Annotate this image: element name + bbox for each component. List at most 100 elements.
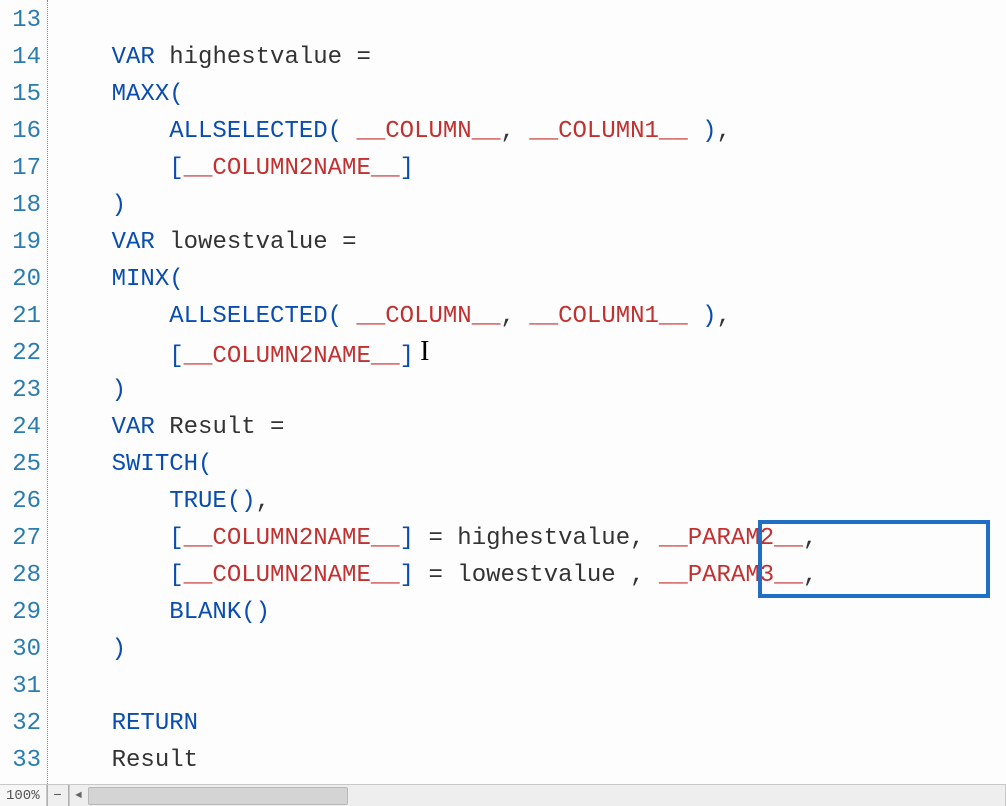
bracket: [ (169, 525, 183, 552)
code-line: MAXX( (54, 76, 1006, 113)
code-line (54, 668, 1006, 705)
function-name: ALLSELECTED (169, 118, 327, 145)
line-number: 18 (0, 187, 41, 224)
line-number: 19 (0, 224, 41, 261)
line-number: 27 (0, 520, 41, 557)
line-number: 20 (0, 261, 41, 298)
code-line: ALLSELECTED( __COLUMN__, __COLUMN1__ ), (54, 298, 1006, 335)
paren: ( (328, 118, 342, 145)
placeholder-param: __COLUMN1__ (529, 118, 687, 145)
keyword-var: VAR (112, 414, 155, 441)
code-line: SWITCH( (54, 446, 1006, 483)
line-number: 33 (0, 742, 41, 779)
scroll-left-arrow[interactable]: ◄ (70, 785, 88, 806)
placeholder-param: __COLUMN2NAME__ (184, 343, 400, 370)
code-line: BLANK() (54, 594, 1006, 631)
line-number: 22 (0, 335, 41, 372)
placeholder-param: __PARAM3__ (659, 562, 803, 589)
code-line: [__COLUMN2NAME__] = lowestvalue , __PARA… (54, 557, 1006, 594)
bracket: ] (400, 155, 414, 182)
line-number: 21 (0, 298, 41, 335)
code-text (54, 266, 112, 293)
code-text: , (717, 303, 731, 330)
line-number: 16 (0, 113, 41, 150)
bracket: [ (169, 562, 183, 589)
code-text (54, 81, 112, 108)
placeholder-param: __COLUMN1__ (529, 303, 687, 330)
code-text (54, 229, 112, 256)
code-line: MINX( (54, 261, 1006, 298)
code-line: VAR highestvalue = (54, 39, 1006, 76)
code-line (54, 2, 1006, 39)
line-number-gutter: 1314151617181920212223242526272829303132… (0, 0, 48, 806)
line-number: 26 (0, 483, 41, 520)
bracket: ] (400, 562, 414, 589)
code-text: , (501, 303, 530, 330)
code-text (54, 599, 169, 626)
code-line: [__COLUMN2NAME__] (54, 150, 1006, 187)
zoom-out-button[interactable]: − (47, 785, 69, 806)
code-text: = (256, 414, 285, 441)
code-text (54, 343, 169, 370)
paren: ( (328, 303, 342, 330)
code-text (54, 710, 112, 737)
paren: ) (112, 636, 126, 663)
code-line: RETURN (54, 705, 1006, 742)
paren: ) (702, 303, 716, 330)
paren: ( (169, 81, 183, 108)
identifier: lowestvalue (169, 229, 327, 256)
code-text (54, 636, 112, 663)
zoom-level[interactable]: 100% (0, 785, 47, 806)
keyword-var: VAR (112, 44, 155, 71)
placeholder-param: __COLUMN2NAME__ (184, 562, 400, 589)
paren: ) (702, 118, 716, 145)
placeholder-param: __COLUMN__ (356, 118, 500, 145)
code-text (54, 192, 112, 219)
code-line: ALLSELECTED( __COLUMN__, __COLUMN1__ ), (54, 113, 1006, 150)
paren: () (227, 488, 256, 515)
paren: ) (112, 377, 126, 404)
code-text (54, 377, 112, 404)
code-text: = (342, 44, 371, 71)
code-text: = highestvalue, (414, 525, 659, 552)
line-number: 23 (0, 372, 41, 409)
code-text (54, 44, 112, 71)
line-number: 25 (0, 446, 41, 483)
identifier: Result (112, 747, 198, 774)
code-text (54, 562, 169, 589)
function-name: TRUE (169, 488, 227, 515)
line-number: 31 (0, 668, 41, 705)
scroll-thumb[interactable] (88, 787, 348, 805)
code-text: , (803, 525, 817, 552)
function-name: ALLSELECTED (169, 303, 327, 330)
line-number: 30 (0, 631, 41, 668)
code-line: VAR lowestvalue = (54, 224, 1006, 261)
code-editor[interactable]: 1314151617181920212223242526272829303132… (0, 0, 1006, 806)
code-line: [__COLUMN2NAME__]I (54, 335, 1006, 372)
code-line: ) (54, 372, 1006, 409)
line-number: 32 (0, 705, 41, 742)
line-number: 28 (0, 557, 41, 594)
paren: () (241, 599, 270, 626)
code-text (54, 451, 112, 478)
code-text (54, 488, 169, 515)
code-text (54, 525, 169, 552)
code-line: TRUE(), (54, 483, 1006, 520)
line-number: 15 (0, 76, 41, 113)
code-line: Result (54, 742, 1006, 779)
status-bar: 100% − ◄ (0, 784, 1006, 806)
bracket: [ (169, 343, 183, 370)
code-area[interactable]: VAR highestvalue = MAXX( ALLSELECTED( __… (48, 0, 1006, 806)
code-line: [__COLUMN2NAME__] = highestvalue, __PARA… (54, 520, 1006, 557)
placeholder-param: __COLUMN__ (356, 303, 500, 330)
code-text (54, 118, 169, 145)
keyword-var: VAR (112, 229, 155, 256)
code-text: , (717, 118, 731, 145)
line-number: 13 (0, 2, 41, 39)
identifier: Result (169, 414, 255, 441)
horizontal-scrollbar[interactable]: ◄ (69, 785, 1006, 806)
code-line: ) (54, 631, 1006, 668)
placeholder-param: __PARAM2__ (659, 525, 803, 552)
line-number: 14 (0, 39, 41, 76)
bracket: ] (400, 525, 414, 552)
